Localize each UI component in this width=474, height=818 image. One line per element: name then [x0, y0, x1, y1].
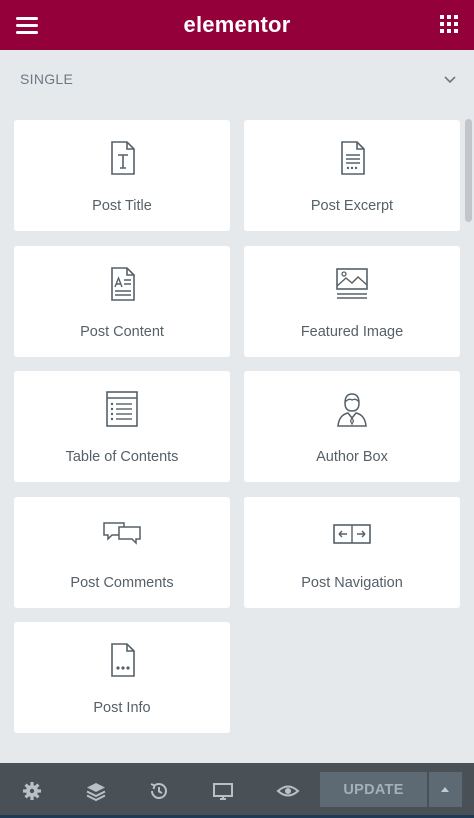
- widget-post-comments[interactable]: Post Comments: [14, 497, 230, 608]
- elementor-logo: elementor: [183, 12, 291, 37]
- hamburger-menu-icon[interactable]: [14, 14, 40, 36]
- history-icon[interactable]: [147, 779, 171, 803]
- widget-label: Featured Image: [300, 324, 404, 340]
- table-of-contents-icon: [106, 391, 138, 427]
- section-title: SINGLE: [20, 71, 74, 87]
- settings-icon[interactable]: [20, 779, 44, 803]
- widget-label: Post Info: [93, 700, 151, 716]
- post-title-icon: [111, 141, 135, 175]
- chevron-down-icon: [444, 76, 456, 84]
- caret-up-icon[interactable]: [429, 772, 462, 807]
- widget-post-title[interactable]: Post Title: [14, 120, 230, 231]
- widget-label: Post Navigation: [301, 575, 403, 591]
- widget-label: Post Content: [80, 324, 164, 340]
- widget-label: Post Excerpt: [310, 198, 394, 214]
- author-box-icon: [337, 393, 367, 427]
- widget-label: Post Title: [92, 198, 152, 214]
- preview-eye-icon[interactable]: [276, 779, 300, 803]
- top-header: elementor: [0, 0, 474, 50]
- widget-label: Table of Contents: [65, 449, 179, 465]
- navigator-layers-icon[interactable]: [84, 779, 108, 803]
- post-navigation-icon: [333, 524, 371, 544]
- scrollbar-thumb[interactable]: [465, 119, 472, 222]
- post-content-icon: [111, 267, 135, 301]
- section-header-single[interactable]: SINGLE: [20, 70, 456, 88]
- widget-label: Post Comments: [70, 575, 174, 591]
- widget-label: Author Box: [316, 449, 388, 465]
- widgets-panel: SINGLE Post Title Post Excerpt Post Cont…: [0, 50, 474, 763]
- responsive-mode-icon[interactable]: [211, 779, 235, 803]
- widget-post-navigation[interactable]: Post Navigation: [244, 497, 460, 608]
- post-excerpt-icon: [341, 141, 365, 175]
- post-comments-icon: [103, 522, 141, 545]
- widget-table-of-contents[interactable]: Table of Contents: [14, 371, 230, 482]
- widget-post-excerpt[interactable]: Post Excerpt: [244, 120, 460, 231]
- featured-image-icon: [336, 268, 368, 299]
- widget-author-box[interactable]: Author Box: [244, 371, 460, 482]
- widget-featured-image[interactable]: Featured Image: [244, 246, 460, 357]
- scrollbar[interactable]: [464, 112, 472, 763]
- post-info-icon: [111, 643, 135, 677]
- apps-grid-icon[interactable]: [440, 15, 458, 33]
- update-button[interactable]: UPDATE: [320, 772, 427, 807]
- widget-post-content[interactable]: Post Content: [14, 246, 230, 357]
- bottom-toolbar: UPDATE: [0, 763, 474, 818]
- widget-post-info[interactable]: Post Info: [14, 622, 230, 733]
